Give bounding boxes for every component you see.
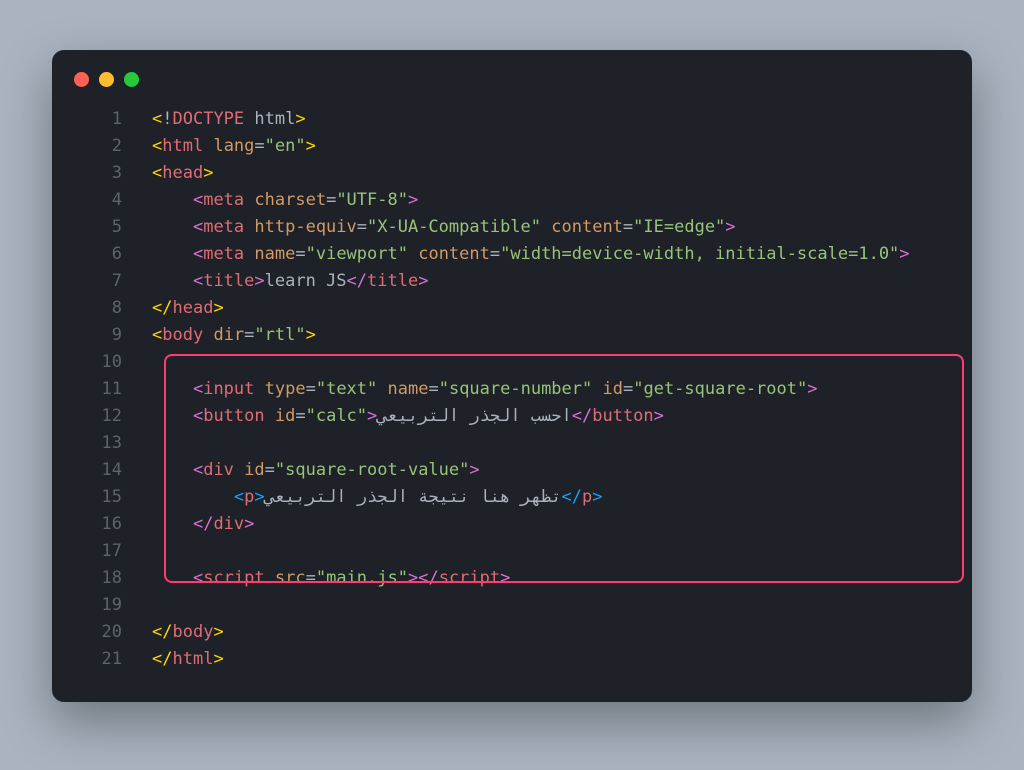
code-editor-window: 1<!DOCTYPE html>2<html lang="en">3<head>… (52, 50, 972, 702)
line-number: 9 (52, 325, 152, 345)
code-content[interactable]: </div> (152, 514, 254, 534)
code-line[interactable]: 16 </div> (52, 510, 972, 537)
code-content[interactable]: <head> (152, 163, 213, 183)
code-line[interactable]: 20</body> (52, 618, 972, 645)
code-line[interactable]: 19 (52, 591, 972, 618)
code-content[interactable]: </head> (152, 298, 224, 318)
window-controls (52, 72, 972, 87)
code-line[interactable]: 4 <meta charset="UTF-8"> (52, 186, 972, 213)
line-number: 11 (52, 379, 152, 399)
line-number: 1 (52, 109, 152, 129)
line-number: 18 (52, 568, 152, 588)
code-line[interactable]: 10 (52, 348, 972, 375)
line-number: 13 (52, 433, 152, 453)
line-number: 3 (52, 163, 152, 183)
code-content[interactable]: <input type="text" name="square-number" … (152, 379, 817, 399)
code-line[interactable]: 15 <p>تظهر هنا نتيجة الجذر التربيعي</p> (52, 483, 972, 510)
code-line[interactable]: 2<html lang="en"> (52, 132, 972, 159)
code-content[interactable]: <meta charset="UTF-8"> (152, 190, 418, 210)
code-line[interactable]: 14 <div id="square-root-value"> (52, 456, 972, 483)
line-number: 4 (52, 190, 152, 210)
minimize-icon[interactable] (99, 72, 114, 87)
code-editor[interactable]: 1<!DOCTYPE html>2<html lang="en">3<head>… (52, 105, 972, 672)
code-line[interactable]: 11 <input type="text" name="square-numbe… (52, 375, 972, 402)
code-content[interactable]: <div id="square-root-value"> (152, 460, 480, 480)
line-number: 16 (52, 514, 152, 534)
line-number: 14 (52, 460, 152, 480)
maximize-icon[interactable] (124, 72, 139, 87)
line-number: 17 (52, 541, 152, 561)
code-content[interactable]: </html> (152, 649, 224, 669)
code-content[interactable]: <p>تظهر هنا نتيجة الجذر التربيعي</p> (152, 487, 602, 507)
code-line[interactable]: 8</head> (52, 294, 972, 321)
code-line[interactable]: 21</html> (52, 645, 972, 672)
code-content[interactable]: <meta name="viewport" content="width=dev… (152, 244, 910, 264)
code-content[interactable]: <button id="calc">احسب الجذر التربيعي</b… (152, 406, 664, 426)
line-number: 7 (52, 271, 152, 291)
code-content[interactable]: </body> (152, 622, 224, 642)
code-line[interactable]: 17 (52, 537, 972, 564)
code-line[interactable]: 3<head> (52, 159, 972, 186)
code-line[interactable]: 1<!DOCTYPE html> (52, 105, 972, 132)
code-line[interactable]: 5 <meta http-equiv="X-UA-Compatible" con… (52, 213, 972, 240)
code-line[interactable]: 7 <title>learn JS</title> (52, 267, 972, 294)
close-icon[interactable] (74, 72, 89, 87)
code-content[interactable]: <html lang="en"> (152, 136, 316, 156)
line-number: 2 (52, 136, 152, 156)
line-number: 5 (52, 217, 152, 237)
line-number: 21 (52, 649, 152, 669)
code-line[interactable]: 12 <button id="calc">احسب الجذر التربيعي… (52, 402, 972, 429)
line-number: 10 (52, 352, 152, 372)
line-number: 8 (52, 298, 152, 318)
code-line[interactable]: 13 (52, 429, 972, 456)
line-number: 12 (52, 406, 152, 426)
code-content[interactable]: <body dir="rtl"> (152, 325, 316, 345)
code-line[interactable]: 18 <script src="main.js"></script> (52, 564, 972, 591)
code-content[interactable]: <title>learn JS</title> (152, 271, 428, 291)
code-line[interactable]: 6 <meta name="viewport" content="width=d… (52, 240, 972, 267)
code-content[interactable]: <!DOCTYPE html> (152, 109, 306, 129)
line-number: 19 (52, 595, 152, 615)
code-content[interactable]: <script src="main.js"></script> (152, 568, 510, 588)
code-line[interactable]: 9<body dir="rtl"> (52, 321, 972, 348)
line-number: 20 (52, 622, 152, 642)
line-number: 15 (52, 487, 152, 507)
code-content[interactable]: <meta http-equiv="X-UA-Compatible" conte… (152, 217, 736, 237)
line-number: 6 (52, 244, 152, 264)
